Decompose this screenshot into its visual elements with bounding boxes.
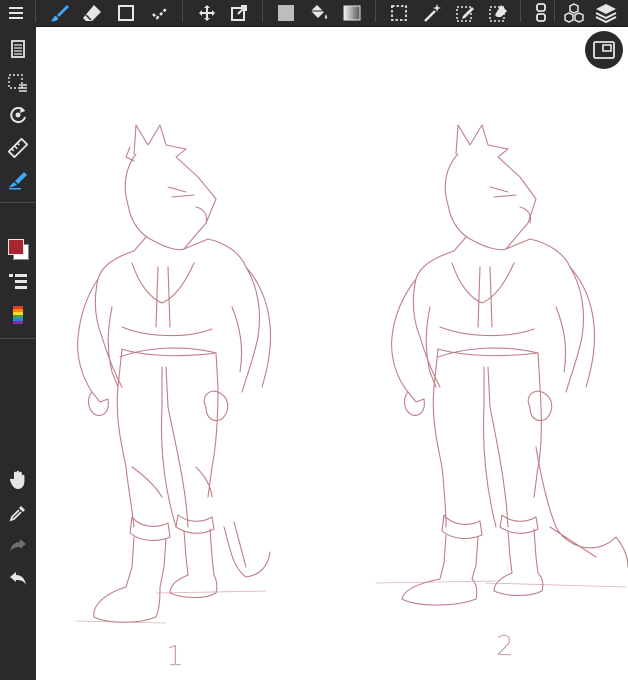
sketch-artwork: 1 2 bbox=[75, 124, 628, 672]
color-palette-icon[interactable] bbox=[0, 301, 36, 331]
ruler-toggle-icon[interactable] bbox=[527, 0, 555, 26]
brush-icon[interactable] bbox=[46, 0, 74, 26]
layers-icon[interactable] bbox=[592, 0, 620, 26]
bucket-icon[interactable] bbox=[305, 0, 333, 26]
werewolf-sketch-2 bbox=[375, 124, 628, 606]
shape-icon[interactable] bbox=[112, 0, 140, 26]
redo-icon[interactable] bbox=[0, 531, 36, 561]
eyedropper-icon[interactable] bbox=[0, 498, 36, 528]
primary-color-swatch[interactable] bbox=[8, 239, 24, 255]
magic-wand-icon[interactable] bbox=[418, 0, 446, 26]
select-pen-icon[interactable] bbox=[451, 0, 479, 26]
brush-settings-icon[interactable] bbox=[0, 165, 36, 195]
werewolf-sketch-1 bbox=[75, 124, 272, 624]
dot-icon[interactable] bbox=[146, 0, 174, 26]
brush-list-icon[interactable] bbox=[0, 267, 36, 297]
color-swatch[interactable] bbox=[0, 234, 36, 264]
materials-icon[interactable] bbox=[560, 0, 588, 26]
move-icon[interactable] bbox=[193, 0, 221, 26]
window-icon bbox=[593, 41, 615, 59]
pages-icon[interactable] bbox=[0, 34, 36, 64]
ruler-icon[interactable] bbox=[0, 133, 36, 163]
rotate-canvas-icon[interactable] bbox=[0, 100, 36, 130]
eraser-icon[interactable] bbox=[78, 0, 106, 26]
selection-menu-icon[interactable] bbox=[0, 68, 36, 98]
top-toolbar bbox=[0, 0, 628, 27]
fill-icon[interactable] bbox=[272, 0, 300, 26]
figure-label-1: 1 bbox=[166, 639, 184, 672]
transform-icon[interactable] bbox=[225, 0, 253, 26]
gradient-icon[interactable] bbox=[338, 0, 366, 26]
figure-label-2: 2 bbox=[496, 629, 514, 662]
left-sidebar bbox=[0, 26, 36, 680]
undo-icon[interactable] bbox=[0, 564, 36, 594]
hand-icon[interactable] bbox=[0, 465, 36, 495]
canvas-view-toggle-button[interactable] bbox=[585, 31, 623, 69]
menu-icon[interactable] bbox=[2, 0, 30, 26]
select-eraser-icon[interactable] bbox=[484, 0, 512, 26]
drawing-canvas[interactable]: 1 2 bbox=[36, 27, 628, 680]
select-icon[interactable] bbox=[385, 0, 413, 26]
